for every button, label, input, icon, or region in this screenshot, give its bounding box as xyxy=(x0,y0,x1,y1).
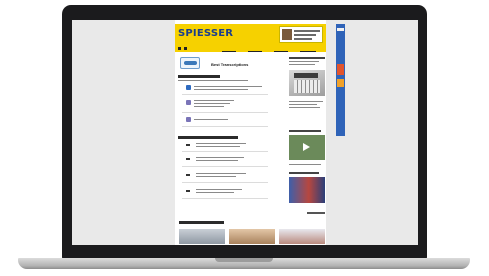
calculator-image[interactable] xyxy=(289,70,325,96)
home-icon[interactable] xyxy=(178,47,181,50)
banner-ad-line xyxy=(294,38,312,40)
section-header xyxy=(178,75,220,78)
ad-title-line xyxy=(337,28,344,31)
ad-image-1 xyxy=(337,64,344,75)
bottom-teaser-strip xyxy=(175,221,326,245)
more-link[interactable] xyxy=(307,212,325,214)
banner-ad-line xyxy=(294,30,320,32)
teaser-truck-image[interactable] xyxy=(179,229,225,244)
document-icon xyxy=(186,117,191,122)
divider xyxy=(182,182,268,183)
calculator-keys xyxy=(294,80,320,93)
nav-item-4[interactable] xyxy=(300,45,316,52)
document-icon xyxy=(186,100,191,105)
list-item-text[interactable] xyxy=(194,119,228,120)
text-line xyxy=(289,104,317,105)
list-item-text xyxy=(196,176,236,177)
divider xyxy=(182,166,268,167)
teaser-person-image[interactable] xyxy=(229,229,275,244)
list-item-text xyxy=(194,103,230,104)
main-navigation xyxy=(175,45,326,52)
list-bullet xyxy=(186,158,190,160)
column-header xyxy=(289,57,325,59)
list-item-text[interactable] xyxy=(196,189,242,190)
divider xyxy=(182,126,268,127)
website-page: SPIESSER Best Transcriptions xyxy=(175,20,326,245)
list-bullet xyxy=(186,190,190,192)
people-photo[interactable] xyxy=(289,177,325,203)
column-header xyxy=(289,172,319,174)
site-logo[interactable]: SPIESSER xyxy=(178,28,233,39)
text-line xyxy=(289,64,315,65)
ad-image-2 xyxy=(337,79,344,87)
text-line xyxy=(289,101,323,102)
banner-ad-image xyxy=(282,29,292,40)
site-header: SPIESSER xyxy=(175,24,326,52)
text-line xyxy=(289,164,321,165)
article-logo xyxy=(180,57,200,69)
nav-item-1[interactable] xyxy=(222,45,236,52)
divider xyxy=(182,198,268,199)
list-item-text xyxy=(194,89,248,90)
divider xyxy=(182,112,268,113)
divider xyxy=(182,151,268,152)
calculator-display xyxy=(294,73,318,78)
nav-item-3[interactable] xyxy=(274,45,288,52)
divider xyxy=(182,94,268,95)
list-item-text xyxy=(194,106,224,107)
header-banner-ad[interactable] xyxy=(279,26,323,43)
sidebar-advertisement[interactable] xyxy=(336,24,345,136)
nav-item-2[interactable] xyxy=(248,45,262,52)
text-line xyxy=(289,107,320,108)
teaser-group-image[interactable] xyxy=(279,229,325,244)
article-title[interactable]: Best Transcriptions xyxy=(211,62,248,67)
banner-ad-line xyxy=(294,34,316,36)
video-thumbnail[interactable] xyxy=(289,135,325,160)
list-item-text xyxy=(196,192,234,193)
text-line xyxy=(178,80,248,81)
list-item-text[interactable] xyxy=(196,173,246,174)
laptop-notch xyxy=(215,258,273,262)
search-icon[interactable] xyxy=(184,47,187,50)
section-header xyxy=(178,136,238,139)
list-item-text xyxy=(196,146,240,147)
list-item-text[interactable] xyxy=(194,86,262,87)
play-icon[interactable] xyxy=(303,143,310,151)
list-bullet xyxy=(186,144,190,146)
calendar-icon xyxy=(186,85,191,90)
text-line xyxy=(289,61,319,62)
list-item-text[interactable] xyxy=(194,100,234,101)
strip-header xyxy=(179,221,224,224)
list-item-text[interactable] xyxy=(196,143,246,144)
list-bullet xyxy=(186,174,190,176)
list-item-text[interactable] xyxy=(196,157,244,158)
column-header xyxy=(289,130,321,132)
list-item-text xyxy=(196,160,238,161)
laptop-screen: SPIESSER Best Transcriptions xyxy=(72,20,418,245)
